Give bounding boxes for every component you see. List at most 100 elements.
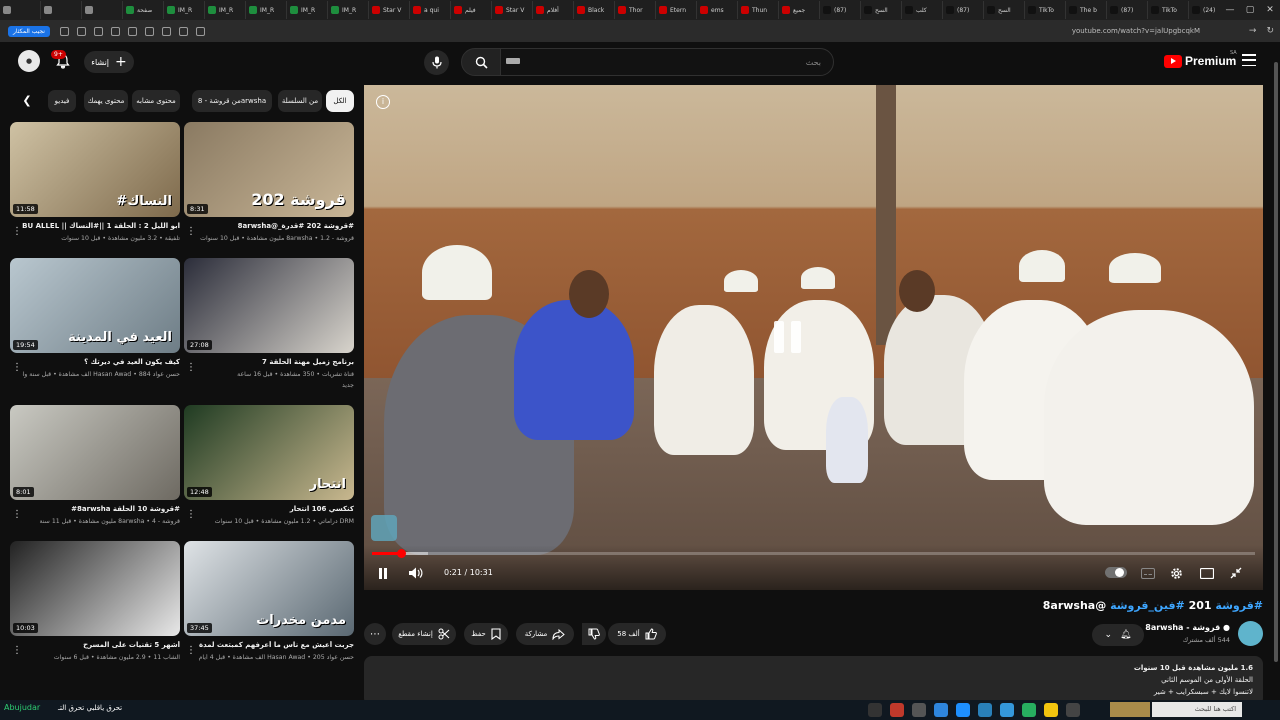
more-options-icon[interactable]: ⋮ xyxy=(186,362,196,373)
browser-tab[interactable]: The b xyxy=(1066,1,1107,19)
chip-from-channel[interactable]: من قروشة - 8arwsha xyxy=(192,90,272,112)
search-button[interactable] xyxy=(461,48,501,76)
channel-watermark[interactable] xyxy=(371,515,397,541)
volume-button[interactable] xyxy=(409,565,423,581)
maximize-icon[interactable]: ▢ xyxy=(1240,0,1260,20)
browser-tab[interactable]: (87) xyxy=(820,1,861,19)
close-icon[interactable]: ✕ xyxy=(1260,0,1280,20)
browser-tab[interactable]: جميع xyxy=(779,1,820,19)
subscribed-button[interactable]: ⌄ 🔔︎ xyxy=(1092,624,1144,646)
browser-tab[interactable]: فيلم xyxy=(451,1,492,19)
description-box[interactable]: 1.6 مليون مشاهدة قبل 10 سنوات الحلقة الأ… xyxy=(364,656,1263,706)
browser-tab[interactable]: ems xyxy=(697,1,738,19)
app-icon[interactable] xyxy=(890,703,904,717)
browser-tab[interactable] xyxy=(0,1,41,19)
browser-tab[interactable]: IM_R xyxy=(246,1,287,19)
taskbar-search[interactable]: اكتب هنا للبحث xyxy=(1152,702,1242,717)
extension-icon[interactable] xyxy=(93,26,103,36)
video-title[interactable]: برنامج زميل مهنة الحلقة 7 xyxy=(196,358,354,366)
video-thumbnail[interactable]: العيد في المدينة 19:54 xyxy=(10,258,180,353)
extension-icon[interactable] xyxy=(144,26,154,36)
title-hashtag[interactable]: #فين_قروشة xyxy=(1110,599,1185,612)
channel-name[interactable]: ● قروشة - 8arwsha xyxy=(1145,623,1230,632)
video-thumbnail[interactable]: 8:01 xyxy=(10,405,180,500)
channel-avatar[interactable] xyxy=(1238,621,1263,646)
app-icon[interactable] xyxy=(912,703,926,717)
browser-tab[interactable]: Star V xyxy=(492,1,533,19)
progress-bar[interactable] xyxy=(372,549,1255,558)
more-options-icon[interactable]: ⋮ xyxy=(186,645,196,656)
address-url[interactable]: youtube.com/watch?v=jalUpgbcqkM xyxy=(1072,27,1200,35)
info-icon[interactable]: i xyxy=(376,95,390,109)
extension-icon[interactable] xyxy=(76,26,86,36)
video-title[interactable]: أشهر 5 تقنيات على المسرح xyxy=(22,641,180,649)
browser-tab[interactable]: كلب xyxy=(902,1,943,19)
more-options-icon[interactable]: ⋮ xyxy=(12,509,22,520)
channel-name[interactable]: قروشة - 8arwsha xyxy=(118,518,180,525)
video-thumbnail[interactable]: #النساك 11:58 xyxy=(10,122,180,217)
browser-tab[interactable]: TikTo xyxy=(1148,1,1189,19)
more-options-icon[interactable]: ⋮ xyxy=(12,645,22,656)
pause-overlay-icon[interactable] xyxy=(774,321,804,357)
browser-tab[interactable]: IM_R xyxy=(205,1,246,19)
browser-tab[interactable]: أفلام xyxy=(533,1,574,19)
chip-from-series[interactable]: من السلسلة xyxy=(278,90,322,112)
more-options-icon[interactable]: ⋮ xyxy=(12,362,22,373)
browser-tab[interactable]: Black xyxy=(574,1,615,19)
save-button[interactable]: حفظ xyxy=(464,623,508,645)
browser-tab[interactable]: a qui xyxy=(410,1,451,19)
video-player[interactable]: i 0:21 / 10:31 xyxy=(364,85,1263,590)
browser-tab[interactable]: Thor xyxy=(615,1,656,19)
app-icon[interactable] xyxy=(1066,703,1080,717)
clip-button[interactable]: إنشاء مقطع xyxy=(392,623,456,645)
video-thumbnail[interactable]: انتحار 12:48 xyxy=(184,405,354,500)
browser-tab[interactable] xyxy=(41,1,82,19)
video-title[interactable]: #قروشة 202 #قدرة_@8arwsha xyxy=(196,222,354,230)
voice-search-button[interactable] xyxy=(424,50,449,75)
browser-tab[interactable] xyxy=(82,1,123,19)
video-title[interactable]: كيف يكون العيد في ديرتك ؟ xyxy=(22,358,180,366)
account-avatar[interactable]: ● xyxy=(18,50,40,72)
browser-tab[interactable]: (87) xyxy=(1107,1,1148,19)
channel-name[interactable]: قناة تشريات xyxy=(322,371,354,378)
app-icon[interactable] xyxy=(1022,703,1036,717)
youtube-premium-logo[interactable]: Premium SA xyxy=(1164,50,1237,68)
app-icon[interactable] xyxy=(934,703,948,717)
theater-mode-button[interactable] xyxy=(1200,565,1214,581)
browser-tab[interactable]: (87) xyxy=(943,1,984,19)
video-thumbnail[interactable]: 27:08 xyxy=(184,258,354,353)
video-thumbnail[interactable]: مدمن مخدرات 37:45 xyxy=(184,541,354,636)
forward-icon[interactable]: → xyxy=(1249,26,1257,36)
minimize-icon[interactable]: — xyxy=(1220,0,1240,20)
video-title[interactable]: #قروشة 10 الحلقة 8arwsha# xyxy=(22,505,180,513)
browser-tab[interactable]: IM_R xyxy=(164,1,205,19)
page-scrollbar[interactable] xyxy=(1272,42,1280,700)
browser-tab[interactable]: السح xyxy=(861,1,902,19)
channel-name[interactable]: الشاب 11 xyxy=(153,654,180,661)
app-icon[interactable] xyxy=(868,703,882,717)
title-hashtag[interactable]: #قروشة xyxy=(1215,599,1263,612)
like-button[interactable]: 58 ألف xyxy=(608,623,666,645)
browser-tab[interactable]: TikTo xyxy=(1025,1,1066,19)
video-title[interactable]: كنكسي 106 انتحار xyxy=(196,505,354,513)
browser-tab[interactable]: صفحة xyxy=(123,1,164,19)
video-title[interactable]: ابو الليل 2 : الحلقة 1 ||#النساك || ABU … xyxy=(22,222,180,230)
browser-tab[interactable]: السح xyxy=(984,1,1025,19)
autoplay-toggle[interactable] xyxy=(1105,567,1127,578)
video-thumbnail[interactable]: قروشة 202 8:31 xyxy=(184,122,354,217)
reload-icon[interactable]: ↻ xyxy=(1266,26,1274,36)
settings-button[interactable] xyxy=(1170,565,1183,581)
folder-icon[interactable] xyxy=(1044,703,1058,717)
taskbar-app-label[interactable]: Abujudar xyxy=(4,703,40,712)
channel-name[interactable]: DRM دراماتي xyxy=(318,518,354,525)
chip-for-you[interactable]: محتوى يهمك xyxy=(84,90,128,112)
video-title[interactable]: جربت أعيش مع ناس ما أعرفهم كمبتعث لمدة 7… xyxy=(196,641,354,649)
search-input[interactable] xyxy=(500,48,834,76)
extension-icon[interactable] xyxy=(59,26,69,36)
star-icon[interactable] xyxy=(195,26,205,36)
app-icon[interactable] xyxy=(1000,703,1014,717)
chevron-left-icon[interactable]: ❮ xyxy=(18,92,36,110)
channel-name[interactable]: تلفيقة xyxy=(165,235,180,242)
subtitles-button[interactable] xyxy=(1141,565,1155,581)
app-icon[interactable] xyxy=(978,703,992,717)
